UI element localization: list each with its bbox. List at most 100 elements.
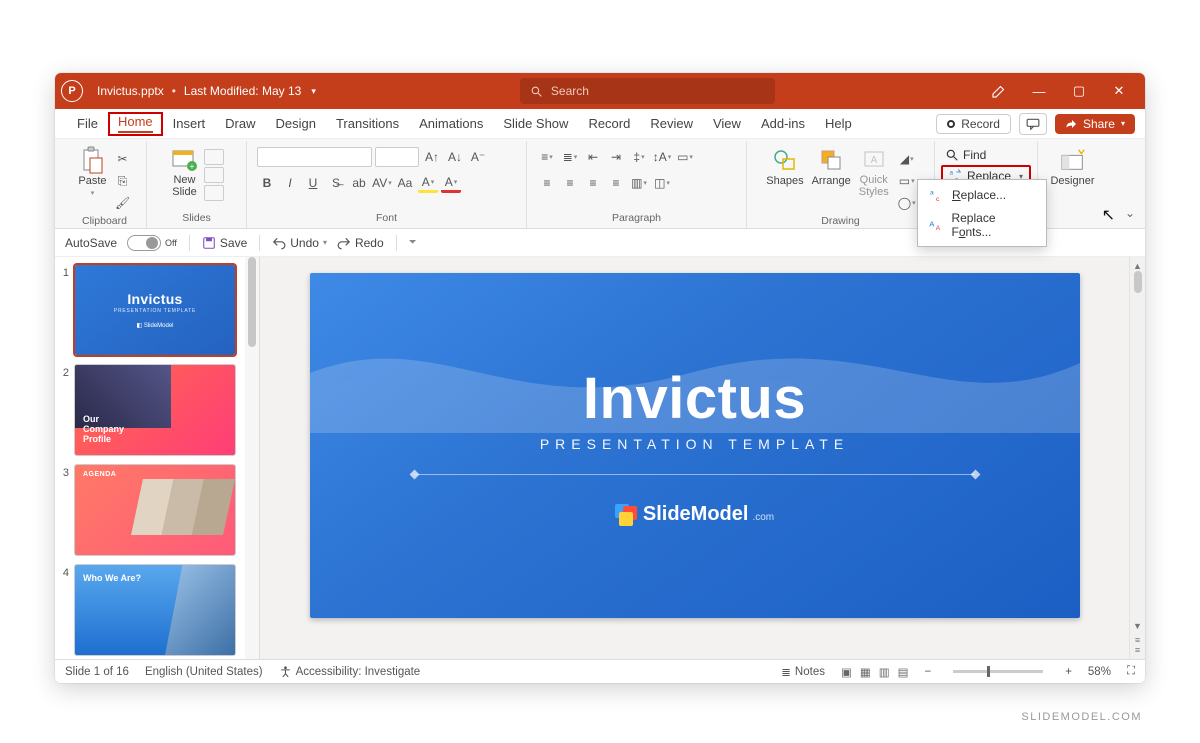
highlight-button[interactable]: A: [418, 173, 438, 193]
tab-draw[interactable]: Draw: [215, 109, 265, 139]
clear-format-button[interactable]: A⁻: [468, 147, 488, 167]
align-text-button[interactable]: ▭: [675, 147, 695, 167]
zoom-level[interactable]: 58%: [1088, 666, 1111, 678]
text-direction-button[interactable]: ↕A: [652, 147, 672, 167]
shapes-button[interactable]: Shapes: [764, 147, 805, 187]
thumbnail-slide-2[interactable]: Our Company Profile: [75, 365, 235, 455]
notes-button[interactable]: ≣Notes: [781, 665, 825, 679]
align-center-button[interactable]: ≡: [560, 173, 580, 193]
menu-item-replace[interactable]: ac Replace...: [918, 183, 1046, 207]
canvas-scrollbar[interactable]: ▲ ▼ ≡ ≡: [1129, 257, 1145, 659]
thumbnails-scrollbar[interactable]: [245, 257, 259, 659]
slide-canvas[interactable]: Invictus PRESENTATION TEMPLATE SlideMode…: [310, 273, 1080, 618]
close-button[interactable]: ✕: [1099, 73, 1139, 109]
thumb-row-4[interactable]: 4 Who We Are?: [57, 565, 253, 655]
zoom-in-button[interactable]: +: [1065, 666, 1072, 678]
shrink-font-button[interactable]: A↓: [445, 147, 465, 167]
decrease-indent-button[interactable]: ⇤: [583, 147, 603, 167]
tab-home-highlighted[interactable]: Home: [108, 112, 163, 136]
char-spacing-button[interactable]: AV: [372, 173, 392, 193]
menu-item-replace-fonts[interactable]: AA Replace Fonts...: [918, 207, 1046, 243]
thumbnail-slide-3[interactable]: AGENDA: [75, 465, 235, 555]
tab-slideshow[interactable]: Slide Show: [493, 109, 578, 139]
paste-button[interactable]: Paste▾: [76, 147, 108, 197]
strike-button[interactable]: S̶: [326, 173, 346, 193]
shape-outline-button[interactable]: ▭: [897, 171, 917, 191]
prev-slide-icon[interactable]: ≡: [1135, 635, 1140, 645]
language-status[interactable]: English (United States): [145, 666, 263, 678]
title-text[interactable]: Invictus.pptx • Last Modified: May 13 ▾: [97, 84, 316, 98]
shadow-button[interactable]: ab: [349, 173, 369, 193]
comments-button[interactable]: [1019, 113, 1047, 135]
tab-file[interactable]: File: [67, 109, 108, 139]
italic-button[interactable]: I: [280, 173, 300, 193]
zoom-out-button[interactable]: −: [924, 666, 931, 678]
fit-window-button[interactable]: ⛶: [1127, 665, 1135, 678]
align-left-button[interactable]: ≡: [537, 173, 557, 193]
normal-view-button[interactable]: ▣: [841, 665, 852, 679]
scrollbar-handle[interactable]: [1134, 271, 1142, 293]
smartart-button[interactable]: ◫: [652, 173, 672, 193]
tab-help[interactable]: Help: [815, 109, 862, 139]
sorter-view-button[interactable]: ▦: [860, 665, 871, 679]
tab-addins[interactable]: Add-ins: [751, 109, 815, 139]
quick-styles-button[interactable]: AQuick Styles: [857, 147, 891, 198]
thumbnail-slide-4[interactable]: Who We Are?: [75, 565, 235, 655]
thumb-row-3[interactable]: 3 AGENDA: [57, 465, 253, 555]
qat-customize-button[interactable]: ⏷: [409, 237, 417, 248]
bold-button[interactable]: B: [257, 173, 277, 193]
search-input[interactable]: Search: [520, 78, 775, 104]
numbering-button[interactable]: ≣: [560, 147, 580, 167]
record-button[interactable]: Record: [936, 114, 1011, 134]
font-color-button[interactable]: A: [441, 173, 461, 193]
tab-design[interactable]: Design: [266, 109, 326, 139]
thumbnail-slide-1[interactable]: Invictus PRESENTATION TEMPLATE ◧ SlideMo…: [75, 265, 235, 355]
tab-insert[interactable]: Insert: [163, 109, 216, 139]
shape-fill-button[interactable]: ◢: [897, 149, 917, 169]
increase-indent-button[interactable]: ⇥: [606, 147, 626, 167]
justify-button[interactable]: ≡: [606, 173, 626, 193]
slide-counter[interactable]: Slide 1 of 16: [65, 666, 129, 678]
save-button[interactable]: Save: [202, 236, 247, 250]
cut-button[interactable]: ✂: [113, 149, 133, 169]
arrange-button[interactable]: Arrange: [810, 147, 853, 187]
tab-animations[interactable]: Animations: [409, 109, 493, 139]
maximize-button[interactable]: ▢: [1059, 73, 1099, 109]
bullets-button[interactable]: ≡: [537, 147, 557, 167]
columns-button[interactable]: ▥: [629, 173, 649, 193]
tab-transitions[interactable]: Transitions: [326, 109, 409, 139]
tab-record[interactable]: Record: [578, 109, 640, 139]
ribbon-collapse-button[interactable]: ⌄: [1125, 206, 1135, 220]
scroll-up-icon[interactable]: ▲: [1133, 261, 1142, 271]
undo-button[interactable]: Undo▾: [272, 236, 327, 250]
zoom-slider[interactable]: [953, 670, 1043, 673]
share-button[interactable]: Share▾: [1055, 114, 1135, 134]
scroll-down-icon[interactable]: ▼: [1133, 621, 1142, 631]
font-size-select[interactable]: [375, 147, 419, 167]
coming-soon-icon[interactable]: [979, 73, 1019, 109]
autosave-toggle[interactable]: [127, 235, 161, 251]
designer-button[interactable]: Designer: [1048, 147, 1096, 187]
accessibility-status[interactable]: Accessibility: Investigate: [279, 665, 421, 678]
chevron-down-icon[interactable]: ▾: [311, 86, 316, 97]
font-family-select[interactable]: [257, 147, 372, 167]
find-button[interactable]: Find: [941, 147, 990, 163]
reading-view-button[interactable]: ▥: [879, 665, 890, 679]
tab-review[interactable]: Review: [640, 109, 703, 139]
thumb-row-2[interactable]: 2 Our Company Profile: [57, 365, 253, 455]
minimize-button[interactable]: —: [1019, 73, 1059, 109]
slideshow-view-button[interactable]: ▤: [898, 665, 909, 679]
thumb-row-1[interactable]: 1 Invictus PRESENTATION TEMPLATE ◧ Slide…: [57, 265, 253, 355]
reset-button[interactable]: [204, 167, 224, 183]
shape-effects-button[interactable]: ◯: [897, 193, 917, 213]
format-painter-button[interactable]: 🖌: [113, 193, 133, 213]
tab-view[interactable]: View: [703, 109, 751, 139]
line-spacing-button[interactable]: ‡: [629, 147, 649, 167]
layout-button[interactable]: [204, 149, 224, 165]
change-case-button[interactable]: Aa: [395, 173, 415, 193]
new-slide-button[interactable]: + New Slide: [170, 147, 200, 198]
redo-button[interactable]: Redo: [337, 236, 384, 250]
copy-button[interactable]: ⎘: [113, 171, 133, 191]
align-right-button[interactable]: ≡: [583, 173, 603, 193]
section-button[interactable]: [204, 185, 224, 201]
